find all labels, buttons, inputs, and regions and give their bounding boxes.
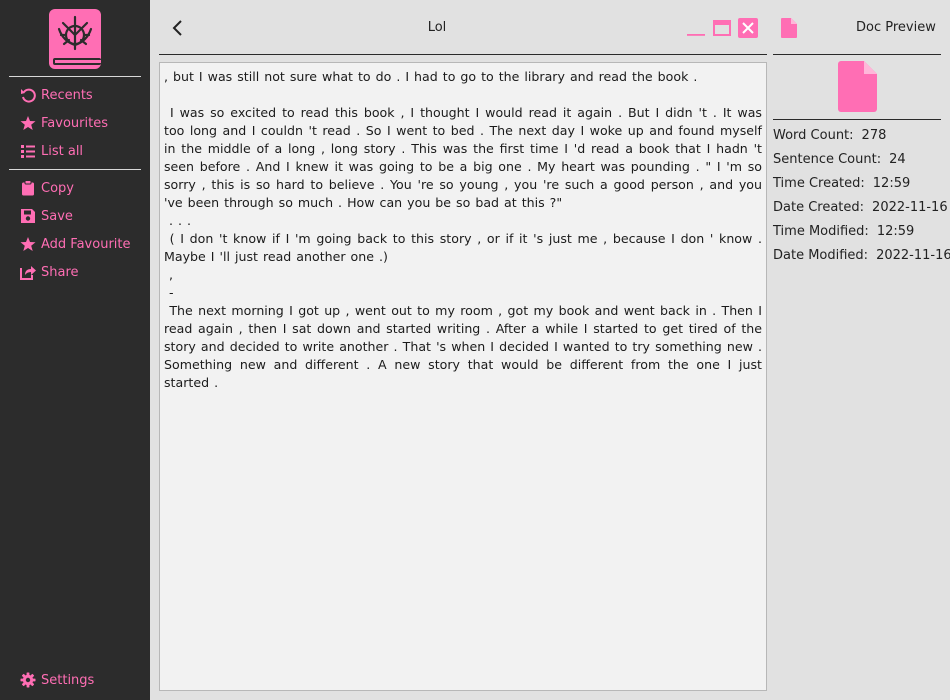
settings-button[interactable]: Settings bbox=[20, 670, 94, 690]
sentence-count: Sentence Count: 24 bbox=[773, 152, 906, 167]
save-label: Save bbox=[41, 208, 73, 224]
book-logo-icon bbox=[49, 9, 101, 69]
text-editor[interactable]: , but I was still not sure what to do . … bbox=[159, 62, 767, 691]
sidebar-item-recents[interactable]: Recents bbox=[20, 85, 93, 105]
star-icon bbox=[20, 115, 36, 131]
word-count-label: Word Count: bbox=[773, 128, 854, 143]
word-count: Word Count: 278 bbox=[773, 128, 886, 143]
time-created-value: 12:59 bbox=[872, 176, 911, 191]
save-button[interactable]: Save bbox=[20, 206, 73, 226]
clipboard-icon bbox=[20, 180, 36, 196]
editor-paragraph: The next morning I got up , went out to … bbox=[164, 303, 767, 390]
editor-paragraph: , but I was still not sure what to do . … bbox=[164, 69, 698, 84]
sidebar-divider-middle bbox=[9, 169, 141, 170]
sentence-count-label: Sentence Count: bbox=[773, 152, 882, 167]
sidebar: Recents Favourites List all Copy Save Ad… bbox=[0, 0, 150, 700]
date-modified-label: Date Modified: bbox=[773, 248, 869, 263]
date-created-label: Date Created: bbox=[773, 200, 865, 215]
date-created: Date Created: 2022-11-16 bbox=[773, 200, 948, 215]
minimize-button[interactable] bbox=[686, 18, 706, 38]
preview-divider-top bbox=[773, 54, 941, 55]
sidebar-item-favourites[interactable]: Favourites bbox=[20, 113, 108, 133]
editor-paragraph: ​ bbox=[164, 86, 762, 104]
gear-icon bbox=[20, 672, 36, 688]
header-divider bbox=[159, 54, 767, 55]
editor-paragraph: , bbox=[164, 267, 174, 282]
editor-paragraph: - bbox=[164, 285, 174, 300]
share-button[interactable]: Share bbox=[20, 262, 79, 282]
undo-icon bbox=[20, 87, 36, 103]
add-favourite-label: Add Favourite bbox=[41, 236, 131, 252]
add-favourite-button[interactable]: Add Favourite bbox=[20, 234, 131, 254]
sentence-count-value: 24 bbox=[889, 152, 906, 167]
editor-paragraph: I was so excited to read this book , I t… bbox=[164, 105, 767, 210]
date-modified: Date Modified: 2022-11-16 bbox=[773, 248, 950, 263]
close-button[interactable] bbox=[738, 18, 758, 38]
copy-label: Copy bbox=[41, 180, 74, 196]
sidebar-item-label: List all bbox=[41, 143, 84, 159]
sidebar-divider-top bbox=[9, 76, 141, 77]
time-modified: Time Modified: 12:59 bbox=[773, 224, 914, 239]
file-icon bbox=[781, 18, 797, 38]
share-icon bbox=[20, 264, 36, 280]
sidebar-item-label: Favourites bbox=[41, 115, 108, 131]
save-icon bbox=[20, 208, 36, 224]
star-icon bbox=[20, 236, 36, 252]
time-created: Time Created: 12:59 bbox=[773, 176, 910, 191]
editor-paragraph: ( I don 't know if I 'm going back to th… bbox=[164, 231, 767, 264]
time-modified-label: Time Modified: bbox=[773, 224, 869, 239]
share-label: Share bbox=[41, 264, 79, 280]
back-button[interactable] bbox=[170, 18, 186, 38]
sidebar-item-label: Recents bbox=[41, 87, 93, 103]
document-icon bbox=[838, 61, 877, 112]
date-modified-value: 2022-11-16 bbox=[876, 248, 950, 263]
maximize-button[interactable] bbox=[712, 18, 732, 38]
word-count-value: 278 bbox=[861, 128, 887, 143]
list-icon bbox=[20, 143, 36, 159]
time-created-label: Time Created: bbox=[773, 176, 865, 191]
preview-divider-bottom bbox=[773, 119, 941, 120]
copy-button[interactable]: Copy bbox=[20, 178, 74, 198]
doc-preview-label: Doc Preview bbox=[856, 20, 936, 35]
document-title: Lol bbox=[427, 20, 447, 35]
date-created-value: 2022-11-16 bbox=[872, 200, 948, 215]
settings-label: Settings bbox=[41, 672, 95, 688]
sidebar-item-list-all[interactable]: List all bbox=[20, 141, 83, 161]
editor-paragraph: . . . bbox=[164, 213, 192, 228]
time-modified-value: 12:59 bbox=[876, 224, 915, 239]
